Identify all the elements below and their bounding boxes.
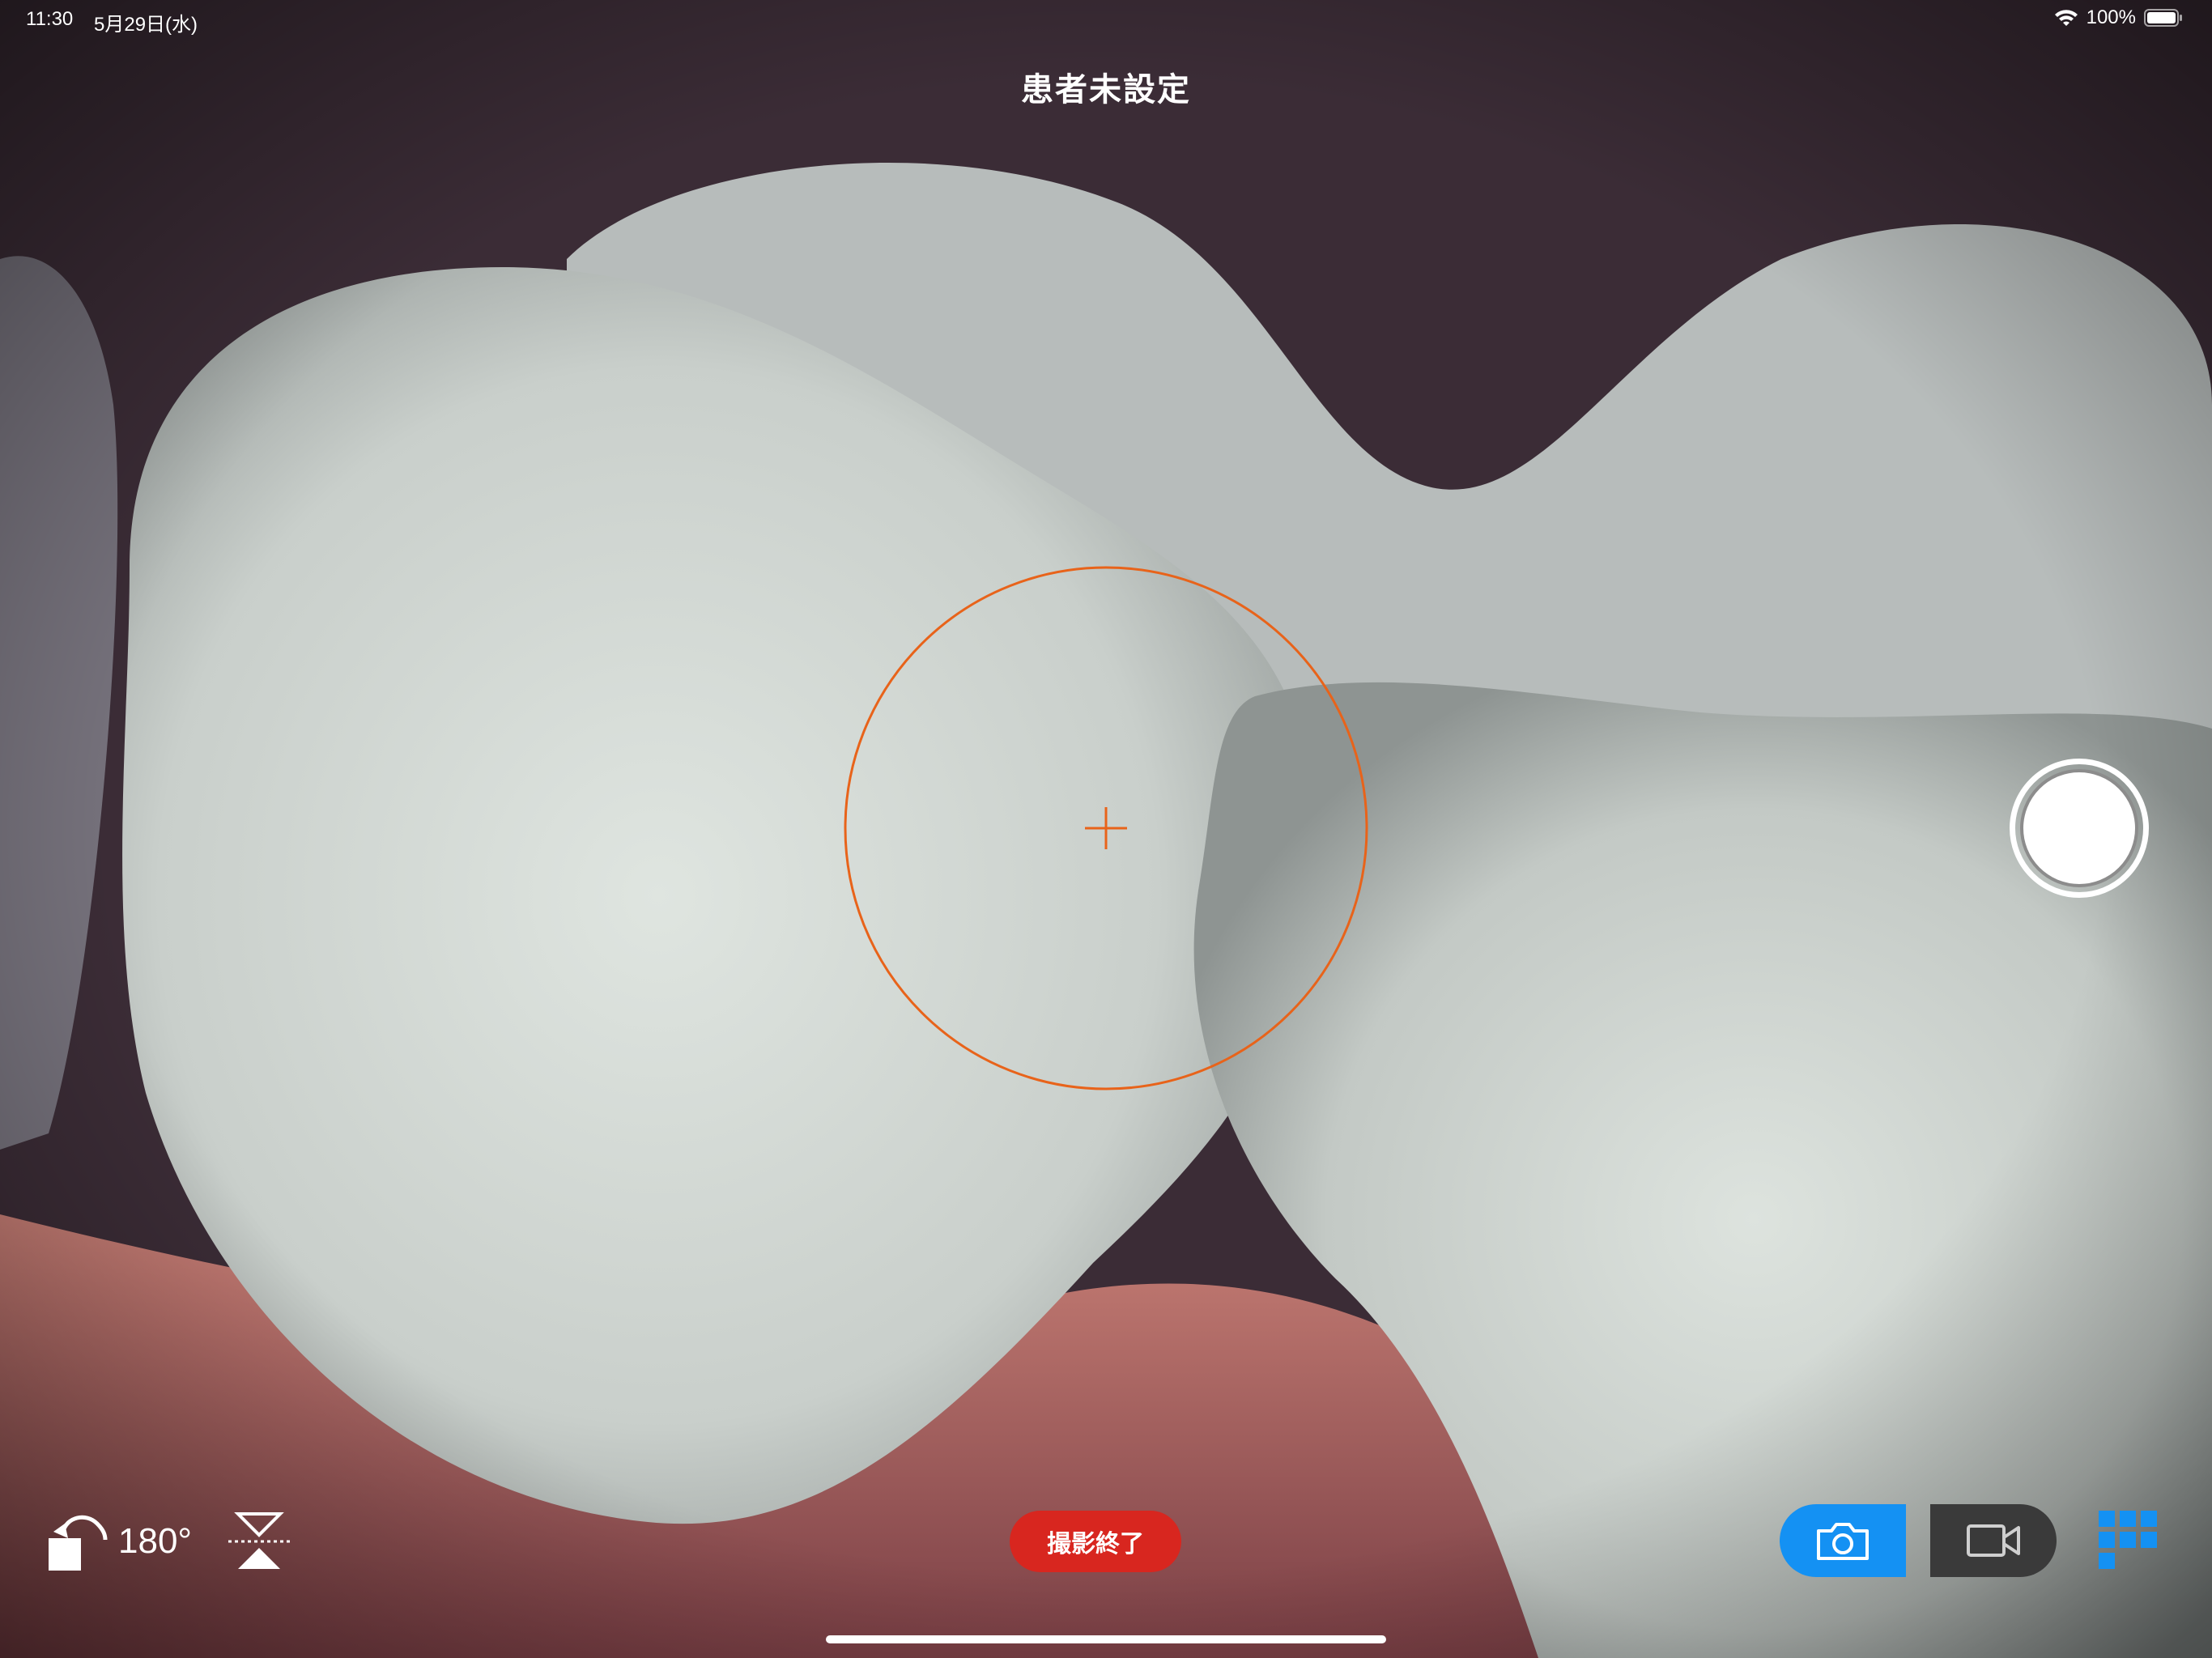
status-bar: 11:30 5月29日(水) 100%	[0, 0, 2212, 39]
mode-photo-button[interactable]	[1780, 1504, 1906, 1577]
grid-gallery-icon[interactable]	[2095, 1507, 2160, 1572]
battery-icon	[2144, 9, 2182, 27]
focus-reticle	[844, 566, 1368, 1090]
wifi-icon	[2054, 10, 2078, 26]
status-right-group: 100%	[2054, 6, 2183, 29]
video-icon	[1967, 1524, 2020, 1557]
status-time: 11:30	[26, 8, 74, 30]
mode-video-button[interactable]	[1930, 1504, 2057, 1577]
battery-percent: 100%	[2086, 6, 2136, 28]
shutter-button[interactable]	[2010, 759, 2149, 898]
rotate-button[interactable]: 180°	[45, 1507, 199, 1575]
end-capture-button[interactable]: 撮影終了	[1010, 1511, 1181, 1572]
home-indicator[interactable]	[826, 1635, 1386, 1643]
flip-vertical-icon[interactable]	[227, 1511, 291, 1572]
shutter-inner	[2020, 769, 2138, 887]
rotate-icon	[49, 1515, 108, 1571]
status-date: 5月29日(水)	[94, 14, 198, 36]
rotate-label: 180°	[118, 1521, 193, 1561]
patient-title[interactable]: 患者未設定	[0, 63, 2212, 110]
camera-icon	[1817, 1523, 1869, 1560]
camera-screen: 11:30 5月29日(水) 100% 患者未設定 180° 撮影終了	[0, 0, 2212, 1658]
